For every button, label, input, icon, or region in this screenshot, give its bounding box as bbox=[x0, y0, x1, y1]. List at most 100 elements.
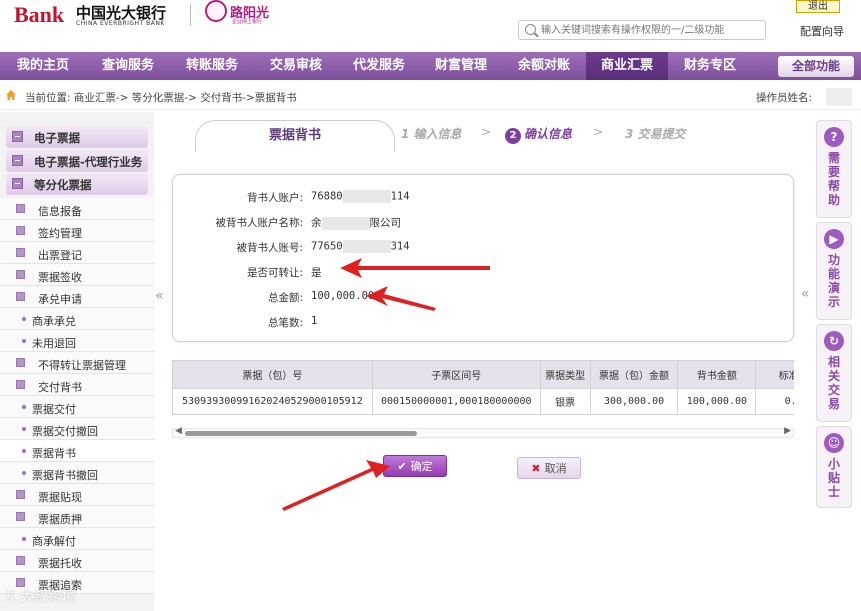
search-input[interactable] bbox=[541, 23, 761, 37]
scroll-thumb[interactable] bbox=[185, 431, 417, 436]
help-button[interactable]: ? 需要帮助 bbox=[816, 120, 852, 218]
check-icon: ✔ bbox=[397, 460, 407, 473]
partner-subtitle: 企业网上银行 bbox=[232, 19, 263, 25]
sidebar-item-receive[interactable]: 票据签收 bbox=[0, 264, 154, 286]
collapse-right-panel-icon[interactable]: « bbox=[801, 286, 810, 302]
confirm-button[interactable]: ✔ 确定 bbox=[383, 455, 447, 477]
breadcrumb-bar: 当前位置: 商业汇票-> 等分化票据-> 交付背书->票据背书 操作员姓名: bbox=[0, 84, 861, 110]
main-panel: 票据背书 1 输入信息 > 2 确认信息 > 3 交易提交 背书人账户: 7688… bbox=[165, 112, 803, 611]
sidebar-item-commercial-accept[interactable]: 商承承兑 bbox=[0, 308, 154, 330]
expand-icon bbox=[12, 131, 23, 142]
info-value: 1 bbox=[311, 315, 318, 327]
table-row[interactable]: 530939300991620240529000105912 000150000… bbox=[172, 388, 794, 415]
search-icon bbox=[525, 24, 536, 35]
sidebar-item-unused-return[interactable]: 未用退回 bbox=[0, 330, 154, 352]
table-horizontal-scrollbar[interactable]: ◀ ▶ bbox=[172, 426, 794, 438]
nav-item-commercial-bill[interactable]: 商业汇票 bbox=[586, 52, 668, 80]
refresh-icon: ↻ bbox=[824, 331, 844, 351]
close-icon: ✖ bbox=[531, 462, 541, 475]
nav-item-wealth[interactable]: 财富管理 bbox=[420, 52, 502, 80]
sidebar-item-bill-delivery-revoke[interactable]: 票据交付撤回 bbox=[0, 418, 154, 440]
nav-item-finance[interactable]: 财务专区 bbox=[668, 52, 752, 80]
main-nav: 我的主页 查询服务 转账服务 交易审核 代发服务 财富管理 余额对账 商业汇票 … bbox=[0, 52, 861, 80]
cell-bill-no: 530939300991620240529000105912 bbox=[172, 388, 373, 415]
cancel-button[interactable]: ✖ 取消 bbox=[517, 457, 581, 479]
sidebar-item-accept-apply[interactable]: 承兑申请 bbox=[0, 286, 154, 308]
collapse-icon bbox=[12, 178, 23, 189]
expand-icon bbox=[16, 270, 25, 279]
sidebar-item-commercial-payment[interactable]: 商承解付 bbox=[0, 528, 154, 550]
expand-icon bbox=[16, 556, 25, 565]
home-icon[interactable] bbox=[5, 89, 17, 101]
search-box[interactable] bbox=[518, 20, 766, 40]
bullet-icon bbox=[22, 317, 26, 321]
sidebar-item-collection[interactable]: 票据托收 bbox=[0, 550, 154, 572]
logout-button[interactable]: 退出 bbox=[796, 0, 840, 13]
tips-button[interactable]: ☺ 小贴士 bbox=[816, 426, 852, 508]
watermark: K 大叔跨境 bbox=[6, 589, 76, 605]
step-confirm-info: 2 确认信息 bbox=[505, 125, 572, 144]
col-bill-type: 票据类型 bbox=[539, 360, 591, 389]
sidebar-item-label: 承兑申请 bbox=[38, 293, 82, 306]
sidebar-item-label: 票据托收 bbox=[38, 557, 82, 570]
sidebar-item-pledge[interactable]: 票据质押 bbox=[0, 506, 154, 528]
sidebar-item-label: 票据交付撤回 bbox=[32, 425, 98, 438]
sidebar-item-label: 商承解付 bbox=[32, 535, 76, 548]
bill-table: 票据（包）号 子票区间号 票据类型 票据（包）金额 背书金额 标准金 53093… bbox=[172, 360, 794, 415]
cell-endorse-amount: 100,000.00 bbox=[677, 388, 757, 415]
step-label: 确认信息 bbox=[524, 127, 573, 141]
tab-bill-endorse[interactable]: 票据背书 bbox=[195, 120, 395, 152]
rail-label: 相关交易 bbox=[827, 355, 840, 411]
sidebar-group-e-bill-agent[interactable]: 电子票据-代理行业务 bbox=[6, 150, 148, 172]
sidebar-item-nontransferable[interactable]: 不得转让票据管理 bbox=[0, 352, 154, 374]
rail-label: 小贴士 bbox=[827, 457, 840, 499]
sidebar-item-delivery-endorse[interactable]: 交付背书 bbox=[0, 374, 154, 396]
all-functions-button[interactable]: 全部功能 bbox=[778, 56, 854, 77]
cancel-label: 取消 bbox=[544, 462, 567, 475]
info-label: 背书人账户: bbox=[246, 192, 303, 204]
bank-logo[interactable]: Bank bbox=[14, 2, 64, 28]
nav-item-review[interactable]: 交易审核 bbox=[254, 52, 338, 80]
sidebar-item-info-report[interactable]: 信息报备 bbox=[0, 198, 154, 220]
info-label: 总金额: bbox=[267, 292, 303, 304]
sidebar-item-bill-endorse[interactable]: 票据背书 bbox=[0, 440, 154, 462]
sidebar-group-divisible-bill[interactable]: 等分化票据 bbox=[6, 173, 148, 195]
operator-name-redacted bbox=[826, 88, 852, 106]
redacted-mask bbox=[342, 190, 391, 203]
sidebar-item-bill-delivery[interactable]: 票据交付 bbox=[0, 396, 154, 418]
col-bill-no: 票据（包）号 bbox=[172, 360, 373, 389]
sidebar-item-contract[interactable]: 签约管理 bbox=[0, 220, 154, 242]
config-guide-link[interactable]: 配置向导 bbox=[800, 23, 844, 39]
scroll-right-icon[interactable]: ▶ bbox=[784, 426, 791, 436]
info-row-endorser-account: 背书人账户: 76880 114 bbox=[173, 187, 795, 207]
collapse-sidebar-icon[interactable]: « bbox=[155, 288, 164, 304]
sidebar-item-label: 票据质押 bbox=[38, 513, 82, 526]
cell-bill-amount: 300,000.00 bbox=[589, 388, 679, 415]
sidebar-item-issue[interactable]: 出票登记 bbox=[0, 242, 154, 264]
cell-bill-type: 银票 bbox=[539, 388, 591, 415]
sidebar-item-discount[interactable]: 票据贴现 bbox=[0, 484, 154, 506]
sidebar-item-label: 商承承兑 bbox=[32, 315, 76, 328]
sidebar-item-label: 不得转让票据管理 bbox=[38, 359, 126, 372]
scroll-left-icon[interactable]: ◀ bbox=[175, 426, 182, 436]
info-row-endorsee-name: 被背书人账户名称: 余限公司 bbox=[173, 212, 795, 232]
nav-item-query[interactable]: 查询服务 bbox=[86, 52, 170, 80]
nav-item-transfer[interactable]: 转账服务 bbox=[170, 52, 254, 80]
nav-item-payroll[interactable]: 代发服务 bbox=[338, 52, 420, 80]
cell-standard-amount: 0.0 bbox=[755, 388, 794, 415]
step-arrow: > bbox=[593, 125, 604, 139]
smile-icon: ☺ bbox=[824, 433, 844, 453]
nav-item-balance[interactable]: 余额对账 bbox=[502, 52, 586, 80]
demo-button[interactable]: ▶ 功能演示 bbox=[816, 222, 852, 320]
sidebar-item-label: 出票登记 bbox=[38, 249, 82, 262]
right-help-rail: ? 需要帮助 ▶ 功能演示 ↻ 相关交易 ☺ 小贴士 bbox=[816, 120, 852, 508]
info-value: 77650 314 bbox=[311, 240, 410, 253]
sidebar: 电子票据 电子票据-代理行业务 等分化票据 信息报备 签约管理 出票登记 票据签… bbox=[0, 112, 154, 611]
nav-item-home[interactable]: 我的主页 bbox=[0, 52, 86, 80]
bullet-icon bbox=[22, 449, 26, 453]
sidebar-item-bill-endorse-revoke[interactable]: 票据背书撤回 bbox=[0, 462, 154, 484]
related-trans-button[interactable]: ↻ 相关交易 bbox=[816, 324, 852, 422]
info-row-transferable: 是否可转让: 是 bbox=[173, 262, 795, 282]
sidebar-group-e-bill[interactable]: 电子票据 bbox=[6, 126, 148, 148]
header: Bank 中国光大银行 CHINA EVERBRIGHT BANK 路阳光 企业… bbox=[0, 0, 861, 50]
